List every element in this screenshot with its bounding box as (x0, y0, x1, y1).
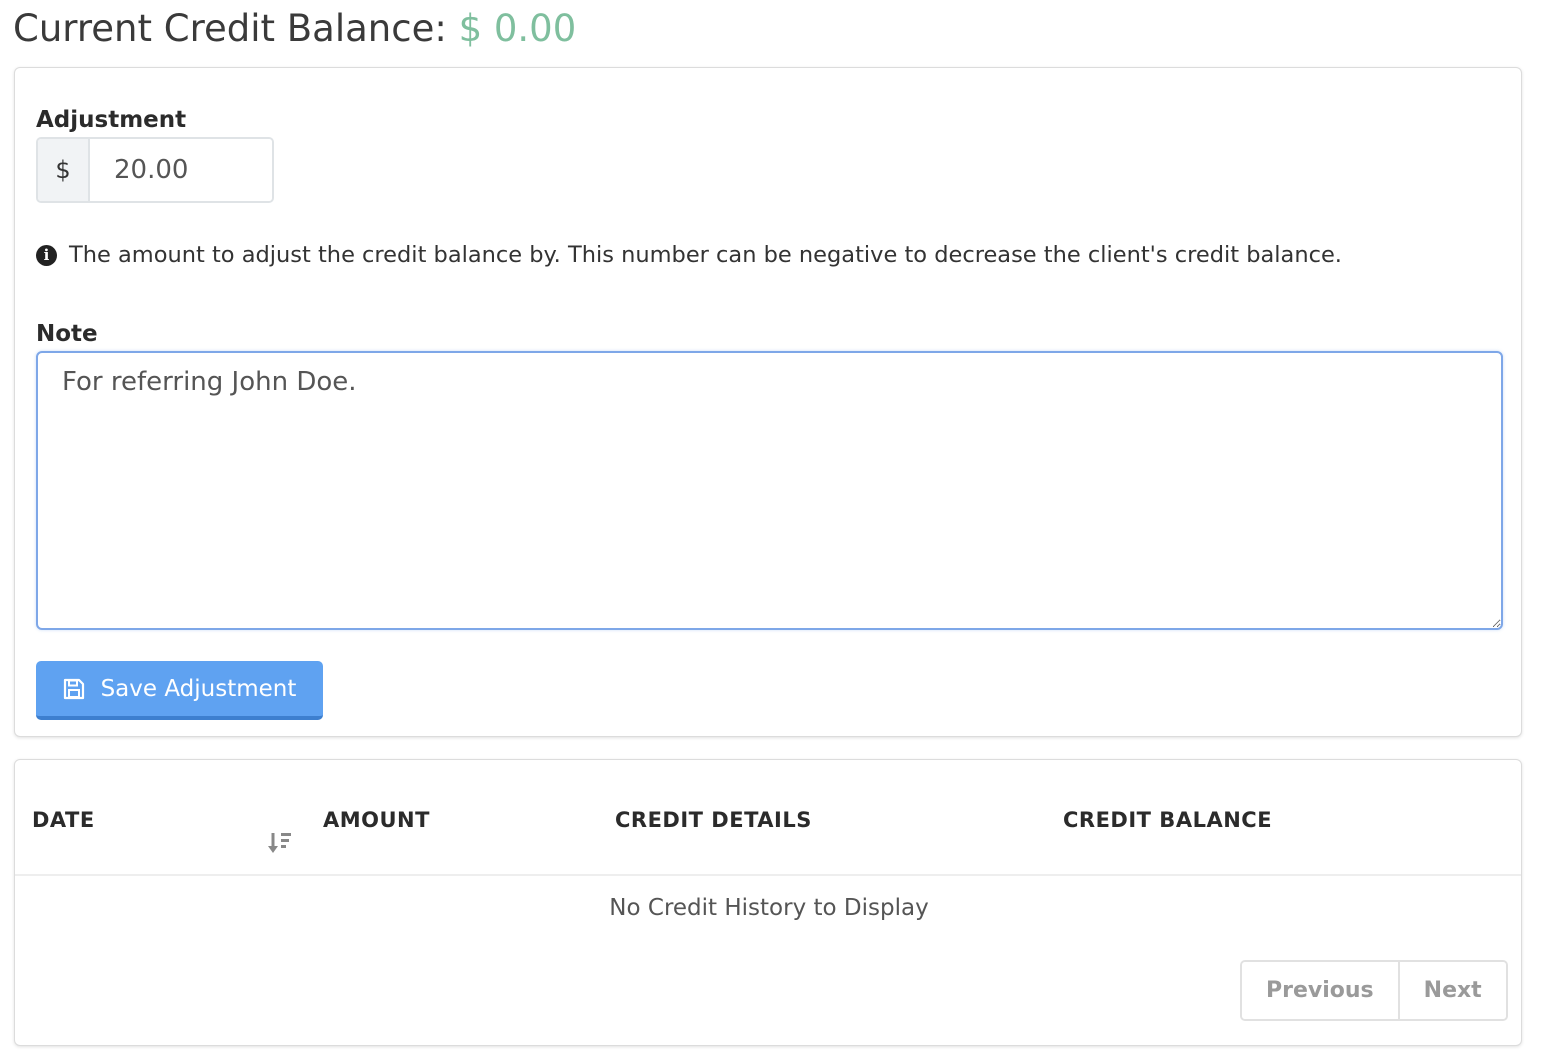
adjustment-label: Adjustment (36, 107, 187, 133)
next-page-button[interactable]: Next (1397, 962, 1506, 1019)
adjustment-help-text: i The amount to adjust the credit balanc… (36, 242, 1342, 268)
note-label: Note (36, 321, 98, 347)
credit-balance-label: Current Credit Balance: (13, 7, 447, 50)
column-header-credit-balance[interactable]: CREDIT BALANCE (1063, 808, 1272, 832)
save-adjustment-button[interactable]: Save Adjustment (36, 661, 323, 720)
save-adjustment-label: Save Adjustment (100, 675, 297, 702)
currency-addon: $ (38, 139, 90, 201)
column-header-credit-details[interactable]: CREDIT DETAILS (615, 808, 812, 832)
previous-page-button[interactable]: Previous (1242, 962, 1398, 1019)
column-header-date[interactable]: DATE (32, 808, 95, 832)
adjustment-form-card: Adjustment $ i The amount to adjust the … (14, 67, 1522, 737)
credit-balance-value: $ 0.00 (458, 7, 577, 50)
floppy-disk-icon (63, 678, 85, 700)
adjustment-input-group: $ (36, 137, 274, 203)
empty-table-message: No Credit History to Display (609, 895, 929, 921)
adjustment-input[interactable] (90, 139, 272, 201)
sort-descending-icon[interactable] (267, 830, 293, 856)
credit-history-card: DATE AMOUNT CREDIT DETAILS CREDIT BALANC… (14, 759, 1522, 1046)
info-circle-icon: i (36, 244, 57, 266)
pagination: Previous Next (1240, 960, 1508, 1021)
note-textarea[interactable]: For referring John Doe. (36, 351, 1503, 630)
credit-history-table-header: DATE AMOUNT CREDIT DETAILS CREDIT BALANC… (15, 760, 1521, 876)
column-header-amount[interactable]: AMOUNT (323, 808, 430, 832)
adjustment-help-body: The amount to adjust the credit balance … (69, 242, 1342, 268)
credit-balance-heading: Current Credit Balance: $ 0.00 (13, 6, 576, 52)
